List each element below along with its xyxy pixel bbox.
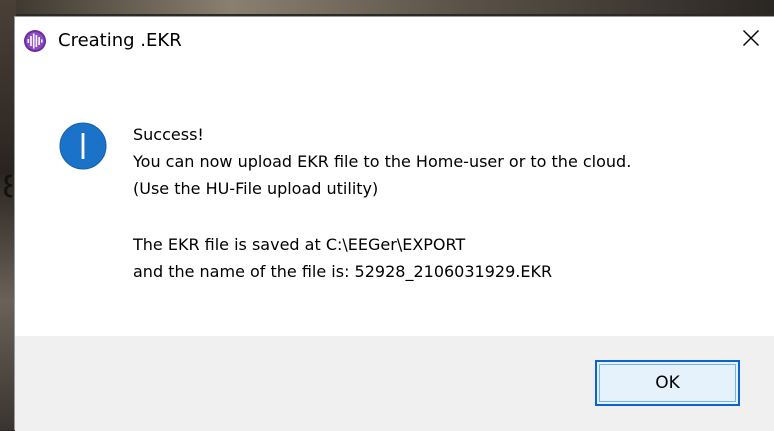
message-line-success: Success!: [133, 125, 204, 144]
window-title: Creating .EKR: [58, 30, 182, 51]
button-bar: OK: [15, 336, 774, 431]
message-line-path: The EKR file is saved at C:\EEGer\EXPORT: [133, 235, 466, 254]
message-line-filename: and the name of the file is: 52928_21060…: [133, 262, 553, 281]
message-line-blank: [133, 202, 631, 231]
message-text: Success! You can now upload EKR file to …: [133, 121, 631, 285]
message-dialog: Creating .EKR Success! You can now uploa…: [14, 16, 774, 431]
close-icon: [742, 29, 760, 52]
ok-button-focus-ring: [599, 364, 736, 402]
background-partial-glyph: 8: [2, 170, 12, 205]
message-line-utility: (Use the HU-File upload utility): [133, 179, 379, 198]
background-desktop-strip: [0, 0, 774, 14]
waveform-app-icon: [23, 29, 47, 53]
ok-button[interactable]: OK: [595, 360, 740, 406]
title-bar[interactable]: Creating .EKR: [15, 17, 774, 65]
dialog-content: Success! You can now upload EKR file to …: [15, 65, 774, 336]
close-button[interactable]: [728, 17, 774, 63]
info-icon: [59, 122, 107, 170]
message-line-upload: You can now upload EKR file to the Home-…: [133, 152, 632, 171]
